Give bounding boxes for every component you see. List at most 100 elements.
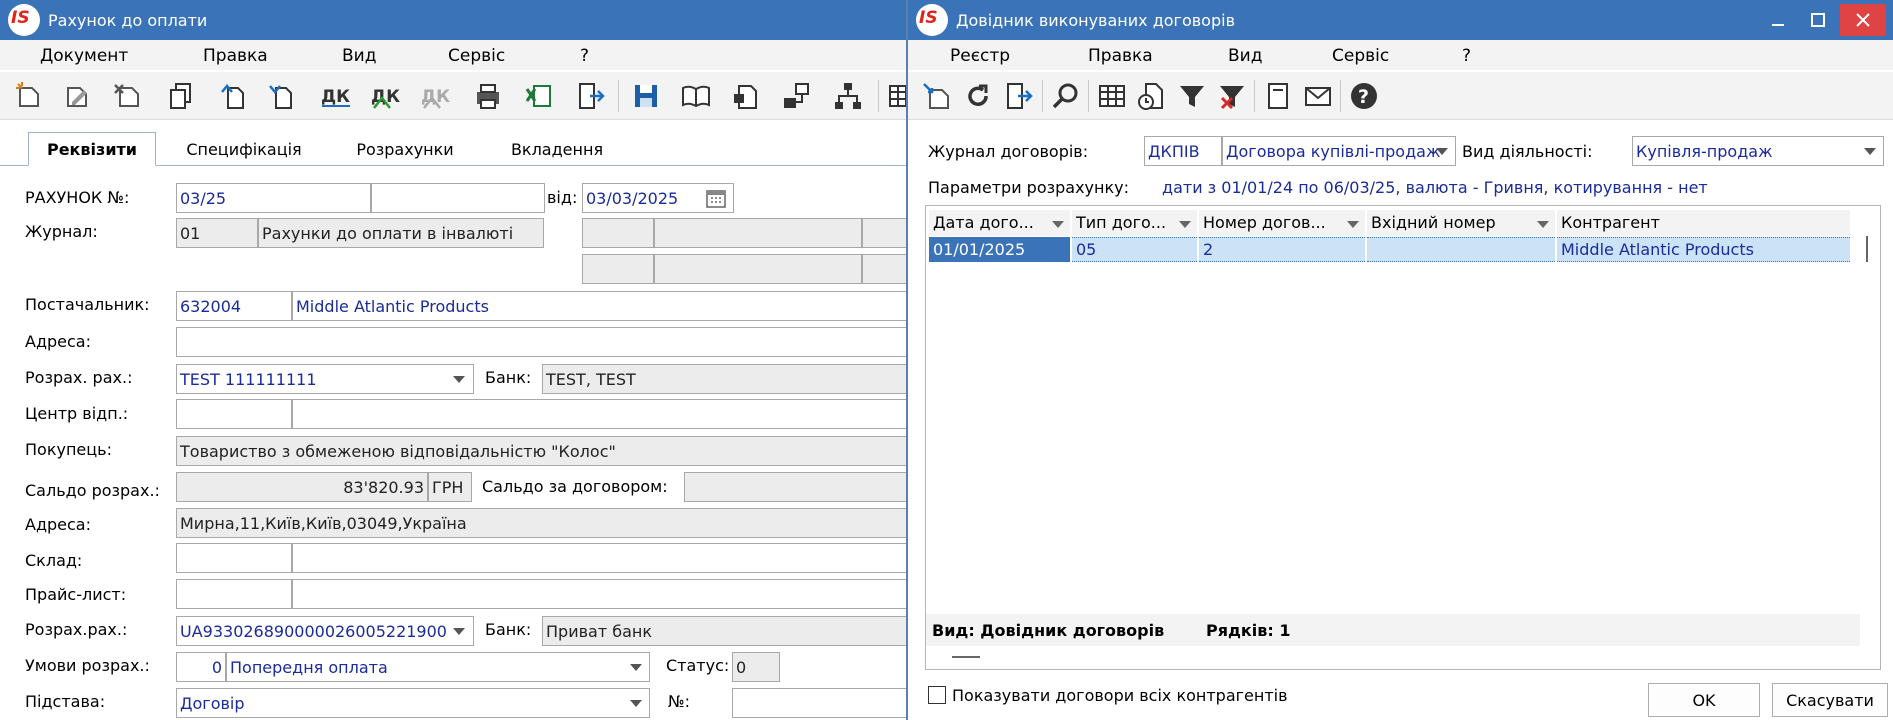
excel-export-icon[interactable] [522,78,558,114]
app-logo-icon: IS [916,4,948,36]
attach-doc-icon[interactable] [728,78,764,114]
exit-icon[interactable] [1000,78,1036,114]
print-icon[interactable] [470,78,506,114]
ok-button[interactable]: OK [1648,683,1760,717]
delete-icon[interactable] [110,78,146,114]
menu-service[interactable]: Сервіс [448,46,505,66]
help-icon[interactable]: ? [1346,78,1382,114]
vertical-scrollbar[interactable] [1866,236,1868,262]
menu-help[interactable]: ? [1462,46,1471,66]
payment-terms-code[interactable]: 0 [176,652,226,682]
supplier-code-field[interactable]: 632004 [176,291,292,321]
contracts-grid: Дата дого... Тип дого... Номер догов... … [925,205,1881,670]
create-icon[interactable] [12,78,48,114]
chevron-down-icon[interactable] [453,376,465,383]
contracts-journal-code[interactable]: ДКПІВ [1144,136,1222,166]
history-icon[interactable] [1134,78,1170,114]
settlement-account2-select[interactable]: UA933026890000026005221900 [176,616,474,646]
minimize-icon[interactable] [1758,0,1798,40]
contracts-toolbar: ? [908,72,1893,120]
column-header-number[interactable]: Номер догов... [1199,210,1365,236]
warehouse-name-field[interactable] [292,543,906,573]
chevron-down-icon[interactable] [1179,221,1191,228]
chevron-down-icon[interactable] [1436,148,1448,155]
hierarchy-icon[interactable] [830,78,866,114]
filter-icon[interactable] [1174,78,1210,114]
activity-select[interactable]: Купівля-продаж [1632,136,1884,166]
menu-service[interactable]: Сервіс [1332,46,1389,66]
menu-view[interactable]: Вид [342,46,376,66]
payment-terms-select[interactable]: Попередня оплата [226,652,650,682]
tab-details[interactable]: Реквізити [28,132,156,166]
settlement-account-select[interactable]: TEST 111111111 [176,364,474,394]
responsibility-center-name[interactable] [292,399,906,429]
table-icon[interactable] [1094,78,1130,114]
document-icon[interactable] [1260,78,1296,114]
debit-credit-icon[interactable]: ДК [318,78,354,114]
tab-settlements[interactable]: Розрахунки [340,132,470,166]
tab-attachments[interactable]: Вкладення [490,132,624,166]
cancel-button[interactable]: Скасувати [1772,683,1888,717]
price-list-code-field[interactable] [176,579,292,609]
exit-icon[interactable] [572,78,608,114]
table-icon[interactable] [884,78,906,114]
buyer-field: Товариство з обмеженою відповідальністю … [176,436,906,466]
chevron-down-icon[interactable] [630,664,642,671]
table-cell[interactable]: 2 [1199,237,1365,262]
search-icon[interactable] [1048,78,1084,114]
address-field[interactable] [176,327,906,357]
chevron-down-icon[interactable] [1052,221,1064,228]
show-all-contracts-label: Показувати договори всіх контрагентів [952,686,1288,705]
table-cell[interactable]: 05 [1072,237,1197,262]
export-doc-icon[interactable] [264,78,300,114]
menu-help[interactable]: ? [580,46,589,66]
supplier-name-field[interactable]: Middle Atlantic Products [292,291,906,321]
column-header-date[interactable]: Дата дого... [929,210,1070,236]
clear-filter-icon[interactable] [1214,78,1250,114]
journal-code-field[interactable]: 01 [176,218,258,248]
calendar-icon[interactable] [706,188,726,208]
table-cell[interactable]: 01/01/2025 [929,237,1070,262]
chevron-down-icon[interactable] [453,628,465,635]
menu-document[interactable]: Документ [40,46,128,66]
refresh-icon[interactable] [960,78,996,114]
import-doc-icon[interactable] [216,78,252,114]
show-all-contracts-checkbox[interactable] [928,686,946,704]
tab-specification[interactable]: Специфікація [168,132,320,166]
basis-select[interactable]: Договір [176,688,650,718]
book-icon[interactable] [678,78,714,114]
menu-edit[interactable]: Правка [1088,46,1153,66]
save-icon[interactable] [628,78,664,114]
number-field[interactable] [732,688,906,718]
invoice-no-field[interactable]: 03/25 [176,183,371,213]
invoice-suffix-field[interactable] [371,183,545,213]
responsibility-center-code[interactable] [176,399,292,429]
edit-icon[interactable] [60,78,96,114]
table-cell[interactable] [1367,237,1555,262]
relations-icon[interactable] [778,78,814,114]
menu-registry[interactable]: Реєстр [950,46,1010,66]
menu-edit[interactable]: Правка [203,46,268,66]
warehouse-code-field[interactable] [176,543,292,573]
chevron-down-icon[interactable] [630,700,642,707]
responsibility-center-label: Центр відп.: [25,404,129,423]
chevron-down-icon[interactable] [1864,148,1876,155]
mail-icon[interactable] [1300,78,1336,114]
chevron-down-icon[interactable] [1347,221,1359,228]
horizontal-scrollbar[interactable] [952,656,980,658]
edit-icon[interactable] [920,78,956,114]
contracts-menubar: Реєстр Правка Вид Сервіс ? [908,40,1893,70]
column-header-incoming[interactable]: Вхідний номер [1367,210,1555,236]
chevron-down-icon[interactable] [1537,221,1549,228]
maximize-icon[interactable] [1798,0,1838,40]
menu-view[interactable]: Вид [1228,46,1262,66]
contracts-journal-select[interactable]: Договора купівлі-продаж [1222,136,1456,166]
debit-credit-post-icon[interactable]: ДК [368,78,404,114]
balance-label: Сальдо розрах.: [25,481,160,500]
copy-icon[interactable] [164,78,200,114]
close-icon[interactable] [1840,4,1886,36]
debit-credit-cancel-icon[interactable]: ДК [418,78,454,114]
column-header-counterparty[interactable]: Контрагент [1557,210,1850,236]
table-cell[interactable]: Middle Atlantic Products [1557,237,1850,262]
price-list-name-field[interactable] [292,579,906,609]
